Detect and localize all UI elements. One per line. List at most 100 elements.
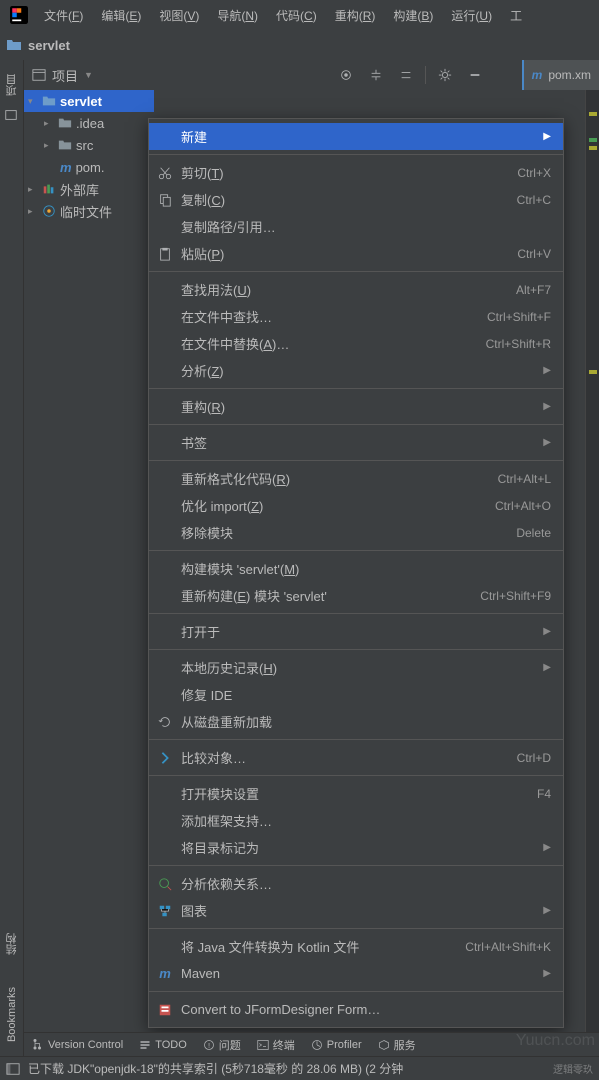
context-menu-item[interactable]: 比较对象…Ctrl+D xyxy=(149,744,563,771)
context-menu-item[interactable]: 分析依赖关系… xyxy=(149,870,563,897)
bottom-tool-bar: Version Control TODO !问题 终端 Profiler 服务 xyxy=(24,1032,599,1056)
tree-external-libs[interactable]: ▸ 外部库 xyxy=(24,178,154,200)
context-menu-item[interactable]: 粘贴(P)Ctrl+V xyxy=(149,240,563,267)
bottom-profiler[interactable]: Profiler xyxy=(311,1039,362,1051)
menu-navigate[interactable]: 导航(N) xyxy=(209,3,266,28)
app-logo xyxy=(10,6,28,24)
context-menu-item[interactable]: 添加框架支持… xyxy=(149,807,563,834)
tree-item-idea[interactable]: ▸ .idea xyxy=(24,112,154,134)
folder-icon xyxy=(58,116,72,130)
menu-edit[interactable]: 编辑(E) xyxy=(93,3,149,28)
folder-icon xyxy=(6,37,22,53)
context-menu-label: 剪切(T) xyxy=(181,163,511,182)
context-menu-item[interactable]: Convert to JFormDesigner Form… xyxy=(149,996,563,1023)
menu-run[interactable]: 运行(U) xyxy=(443,3,500,28)
context-menu-item[interactable]: 新建▶ xyxy=(149,123,563,150)
form-icon xyxy=(155,1003,175,1017)
context-menu-label: 比较对象… xyxy=(181,748,511,767)
project-view-label: 项目 xyxy=(52,66,78,85)
context-menu-label: 从磁盘重新加载 xyxy=(181,712,551,731)
project-view-dropdown[interactable]: 项目 ▼ xyxy=(32,66,93,85)
context-menu-item[interactable]: 剪切(T)Ctrl+X xyxy=(149,159,563,186)
chevron-down-icon: ▾ xyxy=(28,96,38,107)
gear-icon[interactable] xyxy=(434,64,456,86)
context-menu-item[interactable]: 从磁盘重新加载 xyxy=(149,708,563,735)
collapse-all-icon[interactable] xyxy=(395,64,417,86)
select-opened-file-icon[interactable] xyxy=(335,64,357,86)
context-menu-item[interactable]: 分析(Z)▶ xyxy=(149,357,563,384)
context-menu: 新建▶ 剪切(T)Ctrl+X复制(C)Ctrl+C 复制路径/引用… 粘贴(P)Ct… xyxy=(148,118,564,1028)
menu-separator xyxy=(149,865,563,866)
tree-scratch-label: 临时文件 xyxy=(60,202,112,221)
context-menu-label: 修复 IDE xyxy=(181,685,551,704)
context-menu-item[interactable]: 复制(C)Ctrl+C xyxy=(149,186,563,213)
copy-icon xyxy=(155,193,175,207)
tree-root-servlet[interactable]: ▾ servlet xyxy=(24,90,154,112)
gutter-project[interactable]: 项目 xyxy=(4,68,20,102)
bottom-version-control[interactable]: Version Control xyxy=(32,1039,123,1051)
shortcut-label: Alt+F7 xyxy=(516,283,551,297)
context-menu-item[interactable]: 重新构建(E) 模块 'servlet'Ctrl+Shift+F9 xyxy=(149,582,563,609)
context-menu-label: 复制路径/引用… xyxy=(181,217,551,236)
tree-item-pom[interactable]: m pom. xyxy=(24,156,154,178)
context-menu-item[interactable]: 图表▶ xyxy=(149,897,563,924)
chevron-right-icon: ▸ xyxy=(28,184,38,195)
menu-build[interactable]: 构建(B) xyxy=(385,3,441,28)
context-menu-item[interactable]: 书签▶ xyxy=(149,429,563,456)
tree-scratch[interactable]: ▸ 临时文件 xyxy=(24,200,154,222)
chevron-right-icon: ▸ xyxy=(44,140,54,151)
menu-tools[interactable]: 工 xyxy=(502,3,530,28)
menu-file[interactable]: 文件(F) xyxy=(36,3,91,28)
tree-item-src[interactable]: ▸ src xyxy=(24,134,154,156)
status-text: 已下载 JDK"openjdk-18"的共享索引 (5秒718毫秒 的 28.0… xyxy=(28,1060,545,1077)
bottom-todo[interactable]: TODO xyxy=(139,1039,187,1051)
warning-marker[interactable] xyxy=(589,370,597,374)
external-lib-icon xyxy=(42,182,56,196)
gutter-bookmarks[interactable]: Bookmarks xyxy=(6,981,18,1048)
status-bar: 已下载 JDK"openjdk-18"的共享索引 (5秒718毫秒 的 28.0… xyxy=(0,1056,599,1080)
editor-tab-pom[interactable]: m pom.xm xyxy=(522,60,599,90)
menu-code[interactable]: 代码(C) xyxy=(268,3,325,28)
context-menu-item[interactable]: 重新格式化代码(R)Ctrl+Alt+L xyxy=(149,465,563,492)
context-menu-item[interactable]: 本地历史记录(H)▶ xyxy=(149,654,563,681)
context-menu-item[interactable]: 重构(R)▶ xyxy=(149,393,563,420)
shortcut-label: Ctrl+Alt+Shift+K xyxy=(465,940,551,954)
menu-view[interactable]: 视图(V) xyxy=(151,3,207,28)
status-window-icon[interactable] xyxy=(6,1062,20,1076)
warning-marker[interactable] xyxy=(589,112,597,116)
bottom-terminal[interactable]: 终端 xyxy=(257,1037,295,1053)
menu-refactor[interactable]: 重构(R) xyxy=(327,3,384,28)
context-menu-item[interactable]: 打开模块设置F4 xyxy=(149,780,563,807)
context-menu-item[interactable]: 构建模块 'servlet'(M) xyxy=(149,555,563,582)
tree-item-label: src xyxy=(76,138,93,153)
context-menu-item[interactable]: 修复 IDE xyxy=(149,681,563,708)
breadcrumb-project[interactable]: servlet xyxy=(28,38,70,53)
hide-icon[interactable] xyxy=(464,64,486,86)
context-menu-item[interactable]: 打开于▶ xyxy=(149,618,563,645)
context-menu-item[interactable]: 在文件中查找…Ctrl+Shift+F xyxy=(149,303,563,330)
context-menu-label: 构建模块 'servlet'(M) xyxy=(181,559,551,578)
context-menu-item[interactable]: 将 Java 文件转换为 Kotlin 文件Ctrl+Alt+Shift+K xyxy=(149,933,563,960)
module-folder-icon xyxy=(42,94,56,108)
gutter-structure[interactable]: 结构 xyxy=(4,927,20,961)
context-menu-item[interactable]: mMaven▶ xyxy=(149,960,563,987)
context-menu-label: Maven xyxy=(181,966,537,981)
bottom-problems[interactable]: !问题 xyxy=(203,1037,241,1053)
menu-separator xyxy=(149,928,563,929)
context-menu-item[interactable]: 优化 import(Z)Ctrl+Alt+O xyxy=(149,492,563,519)
editor-marker-bar xyxy=(585,90,599,1056)
chevron-right-icon: ▸ xyxy=(44,118,54,129)
context-menu-item[interactable]: 将目录标记为▶ xyxy=(149,834,563,861)
shortcut-label: Ctrl+Alt+L xyxy=(498,472,551,486)
context-menu-item[interactable]: 移除模块Delete xyxy=(149,519,563,546)
expand-all-icon[interactable] xyxy=(365,64,387,86)
ok-marker[interactable] xyxy=(589,138,597,142)
context-menu-item[interactable]: 查找用法(U)Alt+F7 xyxy=(149,276,563,303)
bottom-services[interactable]: 服务 xyxy=(378,1037,416,1053)
warning-marker[interactable] xyxy=(589,146,597,150)
project-view-icon xyxy=(32,68,46,82)
context-menu-item[interactable]: 在文件中替换(A)…Ctrl+Shift+R xyxy=(149,330,563,357)
context-menu-item[interactable]: 复制路径/引用… xyxy=(149,213,563,240)
context-menu-label: 优化 import(Z) xyxy=(181,496,489,515)
chevron-right-icon: ▶ xyxy=(543,131,551,142)
